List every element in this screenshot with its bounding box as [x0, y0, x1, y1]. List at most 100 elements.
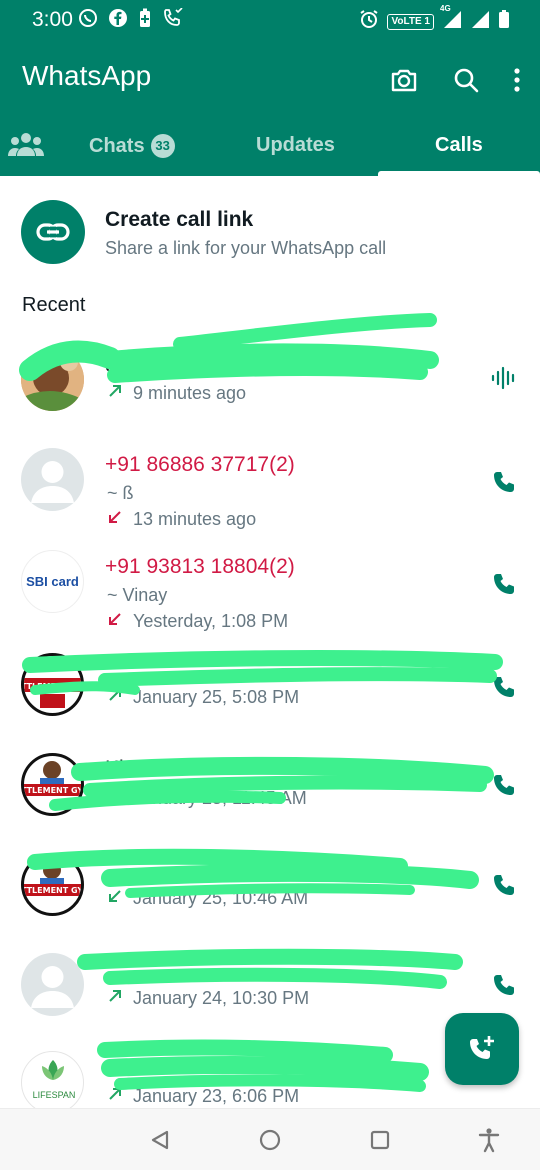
- call-detail: January 23, 6:06 PM: [107, 1086, 299, 1107]
- outgoing-arrow-icon: [107, 788, 123, 809]
- active-tab-indicator: [378, 171, 540, 176]
- battery-saver-icon: [138, 8, 152, 33]
- camera-icon[interactable]: [388, 64, 420, 96]
- call-detail: January 24, 10:30 PM: [107, 988, 309, 1009]
- system-icons: VoLTE 1 4G: [359, 4, 510, 34]
- contact-subtitle: ~ Vinay: [107, 585, 168, 605]
- more-options-icon[interactable]: [512, 64, 522, 96]
- system-nav-bar: [0, 1108, 540, 1170]
- home-icon[interactable]: [255, 1125, 285, 1155]
- battery-icon: [498, 9, 510, 34]
- create-call-link[interactable]: Create call link Share a link for your W…: [0, 190, 540, 280]
- create-link-subtitle: Share a link for your WhatsApp call: [105, 238, 387, 258]
- call-detail: 9 minutes ago: [107, 383, 246, 404]
- svg-text:SETTLEMENT GYAN: SETTLEMENT GYAN: [24, 786, 81, 795]
- svg-text:SETTLEMENT GYAN: SETTLEMENT GYAN: [24, 886, 81, 895]
- call-time: January 25, 11:45 AM: [133, 788, 307, 808]
- tab-calls[interactable]: Calls: [435, 134, 483, 157]
- whatsapp-notification-icon: [78, 8, 98, 33]
- notification-icons: [78, 7, 184, 33]
- missed-arrow-icon: [107, 509, 123, 530]
- alarm-icon: [359, 9, 379, 34]
- call-detail: January 25, 11:45 AM: [107, 788, 307, 809]
- network-gen-label: 4G: [440, 4, 451, 13]
- app-title: WhatsApp: [22, 60, 152, 91]
- add-call-icon: [470, 1036, 494, 1059]
- call-time: January 25, 10:46 AM: [133, 888, 309, 908]
- phone-icon[interactable]: [488, 568, 520, 600]
- phone-icon[interactable]: [488, 769, 520, 801]
- default-avatar: [21, 448, 84, 511]
- app-bar-actions: [388, 64, 522, 96]
- person-icon: [31, 461, 74, 503]
- back-icon[interactable]: [145, 1125, 175, 1155]
- link-icon-circle: [21, 200, 85, 264]
- lifespan-avatar: LIFESPAN: [21, 1051, 84, 1114]
- new-call-button[interactable]: [445, 1013, 519, 1085]
- contact-name: +91 86886 37717(2): [105, 453, 295, 476]
- lifespan-logo: LIFESPAN: [32, 1090, 76, 1100]
- call-time: January 25, 5:08 PM: [133, 687, 300, 707]
- call-notification-icon: [162, 7, 184, 33]
- default-avatar: [21, 953, 84, 1016]
- avatar: [21, 348, 84, 411]
- tab-chats-label: Chats: [89, 135, 145, 157]
- outgoing-arrow-icon: [107, 1086, 123, 1107]
- phone-icon[interactable]: [488, 466, 520, 498]
- link-icon: [36, 223, 70, 241]
- settlement-gyan-avatar: SETTLEMENT GYAN: [21, 753, 84, 816]
- signal-4g-icon: 4G: [440, 4, 462, 34]
- contact-name: +91 93813 18804(2): [105, 555, 295, 578]
- outgoing-arrow-icon: [107, 383, 123, 404]
- settlement-gyan-avatar: SETTLEMENT GYAN: [21, 653, 84, 716]
- svg-text:SETTLEMENT GYAN: SETTLEMENT GYAN: [24, 682, 81, 691]
- search-icon[interactable]: [450, 64, 482, 96]
- sbi-card-avatar: SBI card: [21, 550, 84, 613]
- accessibility-icon[interactable]: [474, 1125, 504, 1155]
- recents-icon[interactable]: [365, 1125, 395, 1155]
- phone-icon[interactable]: [488, 969, 520, 1001]
- call-detail: 13 minutes ago: [107, 509, 256, 530]
- call-time: Yesterday, 1:08 PM: [133, 611, 289, 631]
- tab-chats[interactable]: Chats 33: [89, 134, 175, 158]
- person-icon: [31, 966, 74, 1008]
- call-detail: January 25, 5:08 PM: [107, 687, 299, 708]
- app-bar: WhatsApp: [0, 56, 540, 106]
- status-time: 3:00: [32, 8, 73, 31]
- tab-updates[interactable]: Updates: [256, 134, 335, 157]
- contact-name: Kl: [105, 757, 124, 780]
- call-detail: Yesterday, 1:08 PM: [107, 611, 288, 632]
- outgoing-arrow-icon: [107, 687, 123, 708]
- call-time: 13 minutes ago: [133, 509, 257, 529]
- contact-name: S: [105, 1057, 120, 1080]
- call-row[interactable]: SBI card +91 93813 18804(2) ~ Vinay Yest…: [0, 542, 540, 642]
- call-time: 9 minutes ago: [133, 383, 247, 403]
- contact-subtitle: ~ ß: [107, 483, 134, 503]
- call-row[interactable]: SETTLEMENT GYAN Kl January 25, 11:45 AM: [0, 745, 540, 845]
- call-row[interactable]: S 9 minutes ago: [0, 340, 540, 440]
- phone-icon[interactable]: [488, 869, 520, 901]
- incoming-arrow-icon: [107, 888, 123, 909]
- outgoing-arrow-icon: [107, 988, 123, 1009]
- volte-label: VoLTE 1: [387, 13, 434, 30]
- section-label-recent: Recent: [22, 294, 86, 316]
- community-tab-icon[interactable]: [8, 130, 44, 158]
- call-row[interactable]: SETTLEMENT GYAN January 25, 10:46 AM: [0, 845, 540, 945]
- voice-chat-icon[interactable]: [488, 362, 520, 394]
- settlement-gyan-avatar: SETTLEMENT GYAN: [21, 853, 84, 916]
- call-time: January 24, 10:30 PM: [133, 988, 310, 1008]
- phone-icon[interactable]: [488, 671, 520, 703]
- tab-bar: Chats 33 Updates Calls: [0, 118, 540, 176]
- signal-icon: [470, 9, 490, 34]
- call-row[interactable]: SETTLEMENT GYAN January 25, 5:08 PM: [0, 645, 540, 745]
- top-app-area: 3:00 VoLTE 1 4G WhatsApp Chats 33 Update…: [0, 0, 540, 176]
- call-detail: January 25, 10:46 AM: [107, 888, 308, 909]
- status-bar: 3:00 VoLTE 1 4G: [0, 0, 540, 40]
- sbi-card-logo: SBI card: [26, 574, 79, 589]
- call-row[interactable]: +91 86886 37717(2) ~ ß 13 minutes ago: [0, 440, 540, 540]
- create-link-title: Create call link: [105, 208, 254, 231]
- missed-arrow-icon: [107, 611, 123, 632]
- facebook-notification-icon: [108, 8, 128, 33]
- unread-badge: 33: [150, 134, 175, 158]
- call-time: January 23, 6:06 PM: [133, 1086, 300, 1106]
